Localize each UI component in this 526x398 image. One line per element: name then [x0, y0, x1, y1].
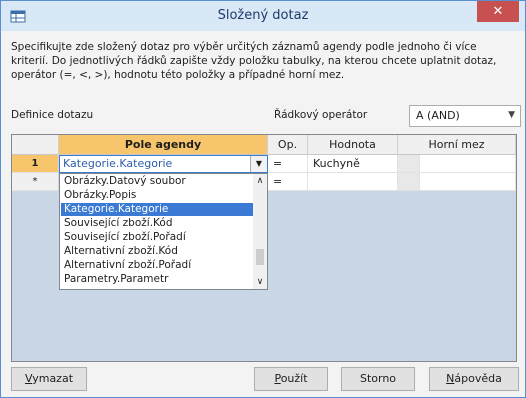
help-button[interactable]: Nápověda — [429, 367, 519, 391]
value-cell[interactable] — [308, 173, 398, 191]
field-combo-value: Kategorie.Kategorie — [63, 157, 173, 170]
operator-cell[interactable]: = — [268, 173, 308, 191]
close-button[interactable]: ✕ — [477, 1, 519, 22]
apply-label-rest: oužít — [280, 372, 308, 385]
dropdown-scrollbar[interactable]: ∧ ∨ — [253, 174, 267, 289]
row-operator-label: Řádkový operátor — [274, 109, 368, 121]
clear-label-rest: ymazat — [32, 372, 74, 385]
scroll-up-icon[interactable]: ∧ — [253, 176, 267, 186]
dropdown-option[interactable]: Související zboží.Pořadí — [61, 231, 256, 244]
chevron-down-icon[interactable]: ▼ — [508, 110, 515, 120]
upper-limit-cell[interactable] — [420, 173, 516, 191]
upper-limit-cell[interactable] — [420, 155, 516, 173]
window-title: Složený dotaz — [217, 8, 309, 23]
dropdown-option[interactable]: Parametry.Parametr — [61, 273, 256, 286]
dropdown-option[interactable]: Obrázky.Datový soubor — [61, 175, 256, 188]
dropdown-option-selected[interactable]: Kategorie.Kategorie — [61, 203, 256, 216]
new-row-marker[interactable]: * — [12, 173, 58, 191]
field-dropdown-list[interactable]: Obrázky.Datový soubor Obrázky.Popis Kate… — [59, 173, 268, 290]
column-header-field[interactable]: Pole agendy — [59, 135, 268, 155]
column-header-operator[interactable]: Op. — [268, 135, 308, 155]
close-icon: ✕ — [492, 4, 504, 19]
column-header-upper-limit[interactable]: Horní mez — [398, 135, 516, 155]
grid-corner — [12, 135, 59, 155]
dropdown-option[interactable]: Obrázky.Popis — [61, 189, 256, 202]
row-marker[interactable]: 1 — [12, 155, 58, 173]
dropdown-option[interactable]: Související zboží.Kód — [61, 217, 256, 230]
clear-button[interactable]: Vymazat — [11, 367, 87, 391]
dropdown-option[interactable]: Alternativní zboží.Kód — [61, 245, 256, 258]
operator-cell[interactable]: = — [268, 155, 308, 173]
title-bar[interactable]: Složený dotaz ✕ — [1, 1, 525, 31]
apply-button[interactable]: Použít — [254, 367, 328, 391]
cancel-label: Storno — [359, 372, 397, 385]
description-text: Specifikujte zde složený dotaz pro výběr… — [11, 41, 497, 81]
upper-limit-button[interactable] — [398, 173, 420, 191]
upper-limit-button[interactable] — [398, 155, 420, 173]
scrollbar-thumb[interactable] — [256, 249, 264, 265]
query-grid[interactable]: Pole agendy Op. Hodnota Horní mez 1 Kate… — [11, 134, 517, 362]
help-label-rest: ápověda — [454, 372, 502, 385]
query-dialog: Složený dotaz ✕ Specifikujte zde složený… — [0, 0, 526, 398]
dropdown-option[interactable]: Alternativní zboží.Pořadí — [61, 259, 256, 272]
scroll-down-icon[interactable]: ∨ — [253, 277, 267, 287]
field-combo-editor[interactable]: Kategorie.Kategorie ▼ — [59, 155, 268, 173]
column-header-value[interactable]: Hodnota — [308, 135, 398, 155]
row-operator-select[interactable]: A (AND) ▼ — [409, 105, 521, 127]
chevron-down-icon[interactable]: ▼ — [250, 156, 267, 172]
value-cell[interactable]: Kuchyně — [308, 155, 398, 173]
row-operator-value: A (AND) — [416, 109, 460, 122]
cancel-button[interactable]: Storno — [341, 367, 415, 391]
definition-label: Definice dotazu — [11, 109, 94, 121]
